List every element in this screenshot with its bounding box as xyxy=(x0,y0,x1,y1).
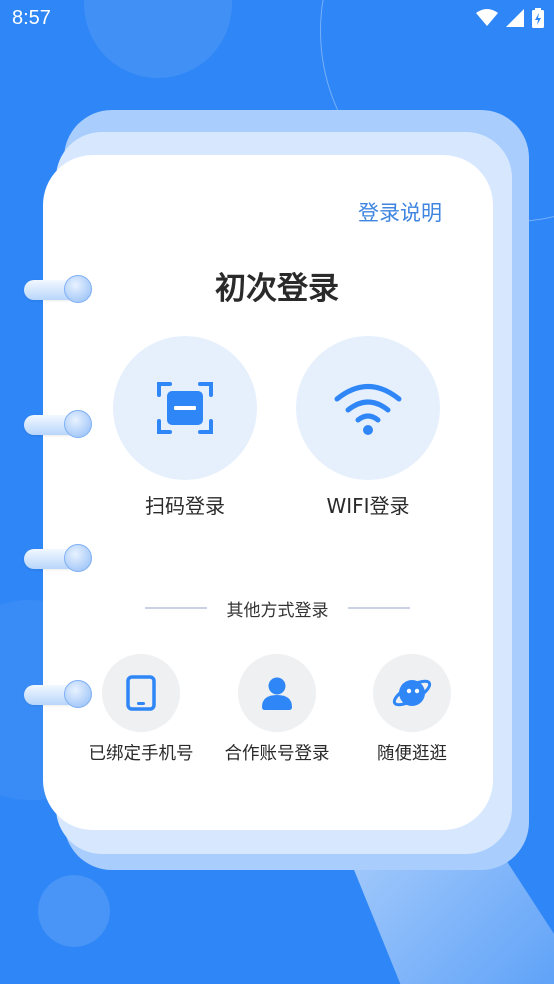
battery-charging-icon xyxy=(532,8,544,28)
browse-guest-label: 随便逛逛 xyxy=(377,744,447,764)
user-icon-circle xyxy=(238,654,316,732)
wifi-icon-circle xyxy=(296,336,440,480)
planet-icon-circle xyxy=(373,654,451,732)
partner-account-label: 合作账号登录 xyxy=(224,744,330,764)
scan-login-button[interactable]: 扫码登录 xyxy=(110,336,260,519)
other-methods-label: 其他方式登录 xyxy=(226,601,329,621)
divider-line-right xyxy=(348,607,410,609)
bound-phone-login-button[interactable]: 已绑定手机号 xyxy=(71,654,211,765)
planet-icon xyxy=(392,679,432,707)
wifi-login-label: WIFI登录 xyxy=(326,494,410,518)
scan-icon xyxy=(157,382,213,434)
other-methods-divider: 其他方式登录 xyxy=(145,596,410,621)
status-time: 8:57 xyxy=(12,7,51,29)
binder-ring xyxy=(24,544,92,572)
bound-phone-label: 已绑定手机号 xyxy=(88,744,194,764)
scan-login-label: 扫码登录 xyxy=(145,494,225,518)
phone-icon-circle xyxy=(102,654,180,732)
browse-guest-button[interactable]: 随便逛逛 xyxy=(342,654,482,765)
decor-light-beam xyxy=(350,860,554,984)
wifi-login-button[interactable]: WIFI登录 xyxy=(293,336,443,519)
status-bar: 8:57 xyxy=(0,0,554,38)
cell-signal-icon xyxy=(506,9,524,27)
wifi-signal-icon xyxy=(476,9,498,26)
status-icons xyxy=(476,8,544,28)
user-icon xyxy=(262,677,292,710)
phone-icon xyxy=(126,675,156,711)
scan-icon-circle xyxy=(113,336,257,480)
login-help-link[interactable]: 登录说明 xyxy=(358,197,442,227)
decor-circle xyxy=(38,875,110,947)
wifi-icon xyxy=(334,384,402,435)
binder-ring xyxy=(24,410,92,438)
page-title: 初次登录 xyxy=(215,271,339,307)
partner-account-login-button[interactable]: 合作账号登录 xyxy=(207,654,347,765)
